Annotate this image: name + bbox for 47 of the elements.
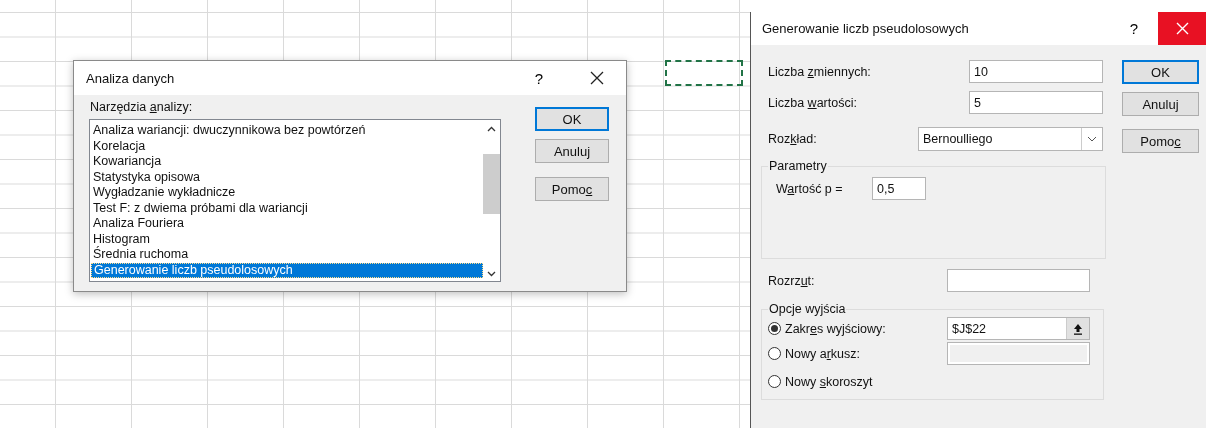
list-item[interactable]: Generowanie liczb pseudolosowych — [91, 262, 483, 278]
close-icon[interactable] — [590, 71, 604, 85]
list-item[interactable]: Statystyka opisowa — [90, 169, 483, 185]
dialog-button[interactable]: OK — [1122, 60, 1199, 84]
help-button[interactable]: ? — [1129, 20, 1138, 37]
list-item[interactable]: Analiza wariancji: dwuczynnikowa bez powtórzeń — [90, 123, 483, 139]
upload-arrow-icon[interactable] — [1073, 322, 1083, 335]
radio-circle[interactable] — [768, 322, 781, 335]
dialog-button[interactable]: Pomoc — [1122, 129, 1199, 153]
list-item[interactable]: Histogram — [90, 231, 483, 247]
list-item[interactable]: Kowariancja — [90, 154, 483, 170]
input-field[interactable]: 10 — [969, 60, 1103, 83]
list-item[interactable]: Korelacja — [90, 138, 483, 154]
list-item[interactable]: Średnia ruchoma — [90, 247, 483, 263]
radio-button[interactable]: Nowy arkusz: — [768, 346, 861, 361]
dialog-button[interactable]: Anuluj — [535, 139, 609, 163]
list-item[interactable]: Analiza Fouriera — [90, 216, 483, 232]
list-item[interactable]: Wygładzanie wykładnicze — [90, 185, 483, 201]
radio-circle[interactable] — [768, 375, 781, 388]
group-title: Parametry — [768, 159, 828, 173]
distribution-dropdown[interactable]: Bernoulliego — [918, 127, 1103, 151]
input-field[interactable]: 0,5 — [872, 177, 926, 200]
dialog-title: Analiza danych — [86, 70, 176, 86]
range-field[interactable]: $J$22 — [947, 317, 1090, 340]
dialog-button[interactable]: Anuluj — [1122, 92, 1199, 116]
input-field[interactable] — [947, 269, 1090, 292]
scroll-down-icon[interactable] — [487, 271, 496, 277]
dialog-title: Generowanie liczb pseudolosowych — [762, 21, 970, 36]
list-label: Narzędzia analizy: — [89, 100, 194, 114]
scrollbar-thumb[interactable] — [483, 154, 500, 214]
dialog-button[interactable]: OK — [535, 107, 609, 131]
field-label: Wartość p = — [776, 181, 844, 196]
field-label: Rozrzut: — [767, 273, 815, 288]
list-item[interactable]: Test F: z dwiema próbami dla wariancji — [90, 200, 483, 216]
chevron-down-icon — [1087, 136, 1097, 142]
scroll-up-icon[interactable] — [487, 126, 496, 132]
dialog-button[interactable]: Pomoc — [535, 177, 609, 201]
group-title: Opcje wyjścia — [768, 302, 847, 316]
field-label: Liczba wartości: — [767, 95, 857, 110]
field-label: Liczba zmiennych: — [767, 64, 871, 79]
radio-circle[interactable] — [768, 347, 781, 360]
field-label: Rozkład: — [767, 132, 817, 146]
input-field[interactable] — [947, 342, 1090, 365]
help-button[interactable]: ? — [534, 69, 543, 87]
radio-button[interactable]: Zakres wyjściowy: — [768, 321, 886, 336]
radio-button[interactable]: Nowy skoroszyt — [768, 374, 873, 389]
input-field[interactable]: 5 — [969, 91, 1103, 114]
